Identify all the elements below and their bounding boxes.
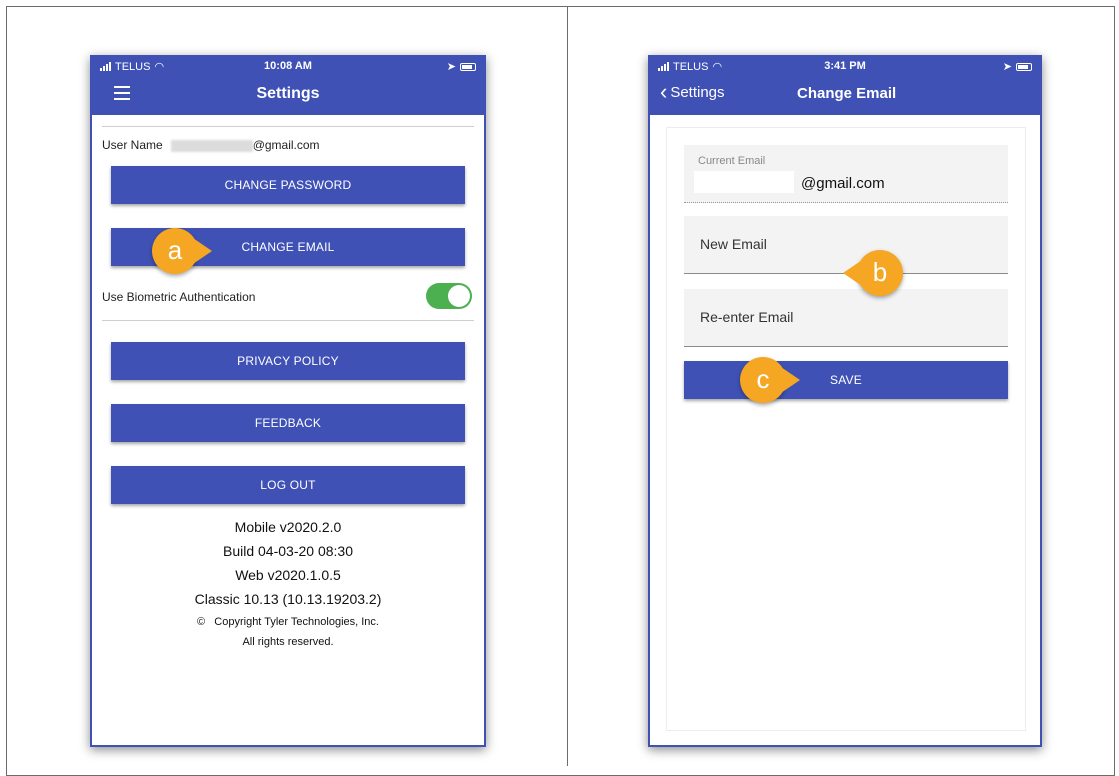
current-email-domain: @gmail.com [801, 175, 885, 192]
callout-b: b [843, 250, 903, 296]
top-divider [102, 126, 474, 127]
settings-header: TELUS ◠ 10:08 AM ➤ Settings [92, 57, 484, 115]
reenter-email-placeholder: Re-enter Email [700, 309, 794, 325]
current-email-label: Current Email [698, 155, 766, 167]
status-right: ➤ [1003, 60, 1032, 73]
status-time: 3:41 PM [824, 60, 866, 72]
mobile-version: Mobile v2020.2.0 [234, 519, 342, 535]
current-email-field: Current Email @gmail.com [684, 145, 1008, 203]
status-bar: TELUS ◠ 10:08 AM ➤ [92, 57, 484, 77]
page-title: Change Email [797, 85, 897, 102]
build-version: Build 04-03-20 08:30 [223, 543, 353, 559]
status-right: ➤ [447, 60, 476, 73]
change-email-screen: TELUS ◠ 3:41 PM ➤ ‹ Settings Change Emai… [648, 55, 1042, 747]
biometric-divider [102, 320, 474, 321]
back-label: Settings [670, 83, 725, 101]
save-button[interactable]: SAVE [684, 361, 1008, 399]
redacted-current-email [694, 171, 794, 193]
callout-a: a [152, 228, 212, 274]
back-button[interactable]: ‹ Settings [660, 79, 725, 104]
page-title: Settings [256, 85, 320, 102]
callout-c: c [740, 357, 800, 403]
redacted-username [170, 139, 253, 152]
status-time: 10:08 AM [264, 60, 312, 72]
new-email-placeholder: New Email [700, 236, 767, 252]
copyright-text: © Copyright Tyler Technologies, Inc. [197, 616, 379, 628]
chevron-left-icon: ‹ [660, 79, 668, 104]
rights-text: All rights reserved. [242, 636, 334, 648]
location-icon: ➤ [1002, 61, 1012, 73]
reenter-email-input[interactable]: Re-enter Email [684, 289, 1008, 347]
web-version: Web v2020.1.0.5 [235, 567, 341, 583]
change-password-button[interactable]: CHANGE PASSWORD [111, 166, 465, 204]
classic-version: Classic 10.13 (10.13.19203.2) [194, 591, 382, 607]
biometric-label: Use Biometric Authentication [102, 290, 256, 304]
location-icon: ➤ [446, 61, 456, 73]
biometric-toggle[interactable] [426, 283, 472, 309]
figure-center-divider [567, 6, 568, 766]
change-email-header: TELUS ◠ 3:41 PM ➤ ‹ Settings Change Emai… [650, 57, 1040, 115]
user-name-label: User Name [102, 138, 163, 152]
battery-icon [1016, 62, 1032, 71]
battery-icon [460, 62, 476, 71]
feedback-button[interactable]: FEEDBACK [111, 404, 465, 442]
user-name-row: User Name @gmail.com [102, 138, 320, 152]
privacy-policy-button[interactable]: PRIVACY POLICY [111, 342, 465, 380]
settings-screen: TELUS ◠ 10:08 AM ➤ Settings User Name @gm… [90, 55, 486, 747]
user-email-domain: @gmail.com [252, 138, 320, 152]
log-out-button[interactable]: LOG OUT [111, 466, 465, 504]
status-bar: TELUS ◠ 3:41 PM ➤ [650, 57, 1040, 77]
